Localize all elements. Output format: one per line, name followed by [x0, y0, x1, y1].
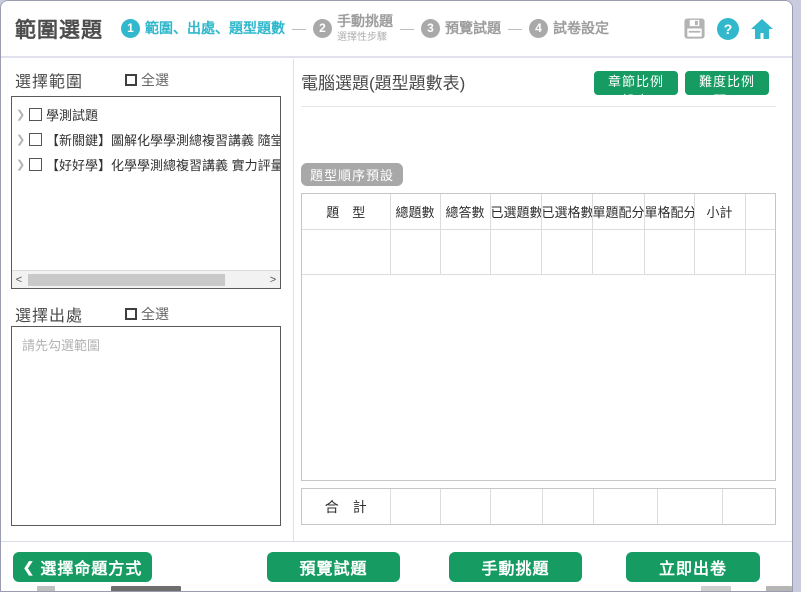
step-4-number: 4: [529, 19, 548, 38]
tree-item-study-well-book[interactable]: ❯ 【好好學】化學學測總複習講義 實力評量: [16, 152, 280, 177]
cell-points-per-blank[interactable]: [644, 229, 694, 274]
wizard-steps: 1 範圍、出處、題型題數 — 2 手動挑題 選擇性步驟 — 3 預覽試題 — 4…: [121, 14, 683, 42]
range-section-title: 選擇範圍: [15, 68, 83, 92]
col-total-answers: 總答數: [440, 194, 490, 229]
step-4-label: 試卷設定: [553, 21, 609, 36]
step-separator: —: [292, 20, 306, 36]
totals-total-answers: [440, 489, 490, 524]
step-2-sublabel: 選擇性步驟: [337, 32, 393, 43]
range-tree-panel: ❯ 學測試題 ❯ 【新關鍵】圖解化學學測總複習講義 隨堂測驗 ❯ 【好好學】化學…: [11, 96, 281, 289]
footer-divider: [1, 541, 792, 542]
question-type-table: 題 型 總題數 總答數 已選題數 已選格數 單題配分 單格配分 小計: [301, 193, 776, 481]
chevron-left-icon: ❮: [23, 559, 36, 576]
tree-item-checkbox[interactable]: [29, 108, 42, 121]
cell-points-per-question[interactable]: [592, 229, 644, 274]
col-selected-questions: 已選題數: [490, 194, 541, 229]
range-section-header: 選擇範圍 全選: [15, 68, 281, 92]
col-question-type: 題 型: [302, 194, 390, 229]
col-total-questions: 總題數: [390, 194, 440, 229]
source-section-title: 選擇出處: [15, 302, 83, 326]
totals-row: 合 計: [302, 489, 775, 524]
range-select-all[interactable]: 全選: [125, 70, 169, 90]
cell-total-questions[interactable]: [390, 229, 440, 274]
manual-pick-button[interactable]: 手動挑題: [449, 552, 582, 582]
step-separator: —: [508, 20, 522, 36]
source-list-panel[interactable]: 請先勾選範圍: [11, 326, 281, 526]
chevron-right-icon[interactable]: ❯: [16, 108, 29, 121]
header-icons: ?: [683, 17, 792, 40]
step-3-label: 預覽試題: [445, 21, 501, 36]
cell-question-type[interactable]: [302, 229, 390, 274]
cell-subtotal[interactable]: [694, 229, 745, 274]
col-subtotal: 小計: [694, 194, 745, 229]
step-separator: —: [400, 20, 414, 36]
help-icon[interactable]: ?: [717, 18, 739, 40]
col-points-per-blank: 單格配分: [644, 194, 694, 229]
computer-selection-title: 電腦選題(題型題數表): [301, 69, 465, 94]
tree-item-new-key-book[interactable]: ❯ 【新關鍵】圖解化學學測總複習講義 隨堂測驗: [16, 127, 280, 152]
preview-questions-button[interactable]: 預覽試題: [267, 552, 400, 582]
totals-points-question: [593, 489, 657, 524]
horizontal-scrollbar[interactable]: < >: [12, 270, 280, 288]
source-placeholder-text: 請先勾選範圍: [12, 327, 280, 354]
totals-selected-questions: [490, 489, 542, 524]
tree-item-label: 學測試題: [46, 105, 98, 124]
chevron-right-icon[interactable]: ❯: [16, 133, 29, 146]
cell-selected-blanks[interactable]: [541, 229, 592, 274]
step-2-manual-pick[interactable]: 2 手動挑題 選擇性步驟: [313, 14, 393, 42]
source-select-all[interactable]: 全選: [125, 304, 169, 324]
range-select-all-checkbox[interactable]: [125, 74, 137, 86]
totals-total-questions: [390, 489, 440, 524]
col-points-per-question: 單題配分: [592, 194, 644, 229]
step-4-paper-settings[interactable]: 4 試卷設定: [529, 19, 609, 38]
type-order-default-button[interactable]: 題型順序預設: [301, 163, 403, 186]
totals-selected-blanks: [542, 489, 593, 524]
chapter-ratio-button[interactable]: 章節比例設定: [594, 71, 678, 95]
back-button-label: 選擇命題方式: [40, 555, 142, 579]
save-icon[interactable]: [683, 17, 706, 40]
header: 範圍選題 1 範圍、出處、題型題數 — 2 手動挑題 選擇性步驟 — 3 預覽試…: [1, 1, 792, 58]
totals-table: 合 計: [301, 488, 776, 525]
tree-item-checkbox[interactable]: [29, 133, 42, 146]
scrollbar-thumb[interactable]: [28, 274, 225, 286]
title-divider: [301, 106, 776, 107]
totals-points-blank: [657, 489, 722, 524]
source-section-header: 選擇出處 全選: [15, 302, 281, 326]
step-1-number: 1: [121, 19, 140, 38]
col-selected-blanks: 已選格數: [541, 194, 592, 229]
cell-total-answers[interactable]: [440, 229, 490, 274]
source-select-all-label: 全選: [141, 304, 169, 324]
tree-item-label: 【好好學】化學學測總複習講義 實力評量: [46, 155, 280, 174]
totals-label: 合 計: [302, 489, 390, 524]
table-header-row: 題 型 總題數 總答數 已選題數 已選格數 單題配分 單格配分 小計: [302, 194, 775, 229]
tree-item-label: 【新關鍵】圖解化學學測總複習講義 隨堂測驗: [46, 130, 280, 149]
step-1-range[interactable]: 1 範圍、出處、題型題數: [121, 19, 285, 38]
range-select-all-label: 全選: [141, 70, 169, 90]
col-extra: [745, 194, 775, 229]
cell-selected-questions[interactable]: [490, 229, 541, 274]
scrollbar-track[interactable]: [26, 274, 266, 286]
clipped-bottom-content: [1, 584, 792, 592]
cell-extra[interactable]: [745, 229, 775, 274]
step-2-label: 手動挑題 選擇性步驟: [337, 14, 393, 42]
scroll-left-arrow-icon[interactable]: <: [12, 274, 26, 286]
difficulty-ratio-button[interactable]: 難度比例顯示: [685, 71, 769, 95]
app-window: 範圍選題 1 範圍、出處、題型題數 — 2 手動挑題 選擇性步驟 — 3 預覽試…: [0, 0, 793, 592]
step-3-preview[interactable]: 3 預覽試題: [421, 19, 501, 38]
step-2-number: 2: [313, 19, 332, 38]
page-title: 範圍選題: [1, 14, 121, 44]
step-1-label: 範圍、出處、題型題數: [145, 21, 285, 36]
tree-item-exam-questions[interactable]: ❯ 學測試題: [16, 102, 280, 127]
table-row: [302, 229, 775, 274]
generate-paper-button[interactable]: 立即出卷: [626, 552, 760, 582]
scroll-right-arrow-icon[interactable]: >: [266, 274, 280, 286]
source-select-all-checkbox[interactable]: [125, 308, 137, 320]
back-to-method-button[interactable]: ❮ 選擇命題方式: [13, 552, 152, 582]
tree-item-checkbox[interactable]: [29, 158, 42, 171]
home-icon[interactable]: [750, 18, 774, 40]
step-3-number: 3: [421, 19, 440, 38]
panel-divider: [293, 59, 294, 541]
chevron-right-icon[interactable]: ❯: [16, 158, 29, 171]
totals-subtotal: [722, 489, 775, 524]
